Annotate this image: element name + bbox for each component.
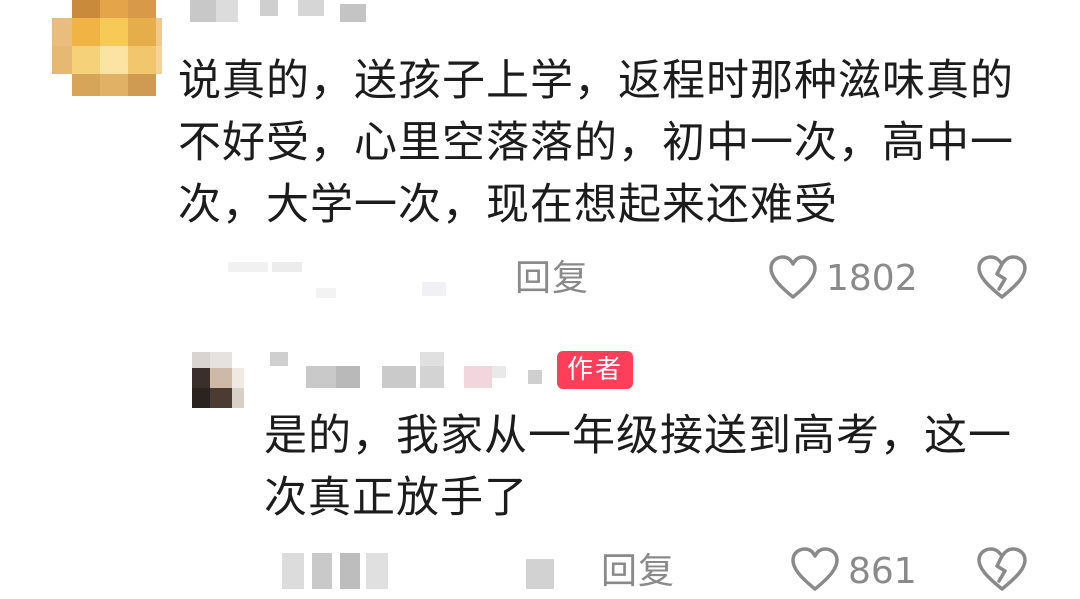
username-redacted[interactable] bbox=[270, 352, 550, 392]
comment-meta-redacted bbox=[220, 258, 470, 298]
reply-button[interactable]: 回复 bbox=[515, 259, 589, 299]
like-count: 1802 bbox=[826, 258, 918, 299]
broken-heart-icon[interactable] bbox=[976, 255, 1028, 301]
heart-outline-icon bbox=[768, 255, 818, 301]
username-redacted[interactable] bbox=[190, 0, 370, 24]
comment-text-line: 次，大学一次，现在想起来还难受 bbox=[178, 180, 838, 230]
reply-button[interactable]: 回复 bbox=[601, 552, 675, 592]
like-count: 861 bbox=[848, 551, 917, 592]
like-button[interactable]: 861 bbox=[790, 544, 920, 596]
comment-text-line: 说真的，送孩子上学，返程时那种滋味真的 bbox=[178, 56, 1014, 106]
comment-text: 说真的，送孩子上学，返程时那种滋味真的 不好受，心里空落落的，初中一次，高中一 … bbox=[178, 50, 1014, 236]
comment-text-line: 是的，我家从一年级接送到高考，这一 bbox=[264, 411, 1012, 461]
like-button[interactable]: 1802 bbox=[768, 252, 918, 304]
heart-outline-icon bbox=[790, 547, 840, 593]
broken-heart-icon[interactable] bbox=[976, 547, 1028, 593]
comment-text: 是的，我家从一年级接送到高考，这一 次真正放手了 bbox=[264, 405, 1012, 529]
comment-meta-redacted bbox=[282, 553, 562, 593]
comment-text-line: 不好受，心里空落落的，初中一次，高中一 bbox=[178, 118, 1014, 168]
author-badge: 作者 bbox=[557, 351, 634, 389]
avatar[interactable] bbox=[192, 352, 244, 414]
avatar[interactable] bbox=[52, 0, 162, 96]
comment-text-line: 次真正放手了 bbox=[264, 473, 528, 523]
